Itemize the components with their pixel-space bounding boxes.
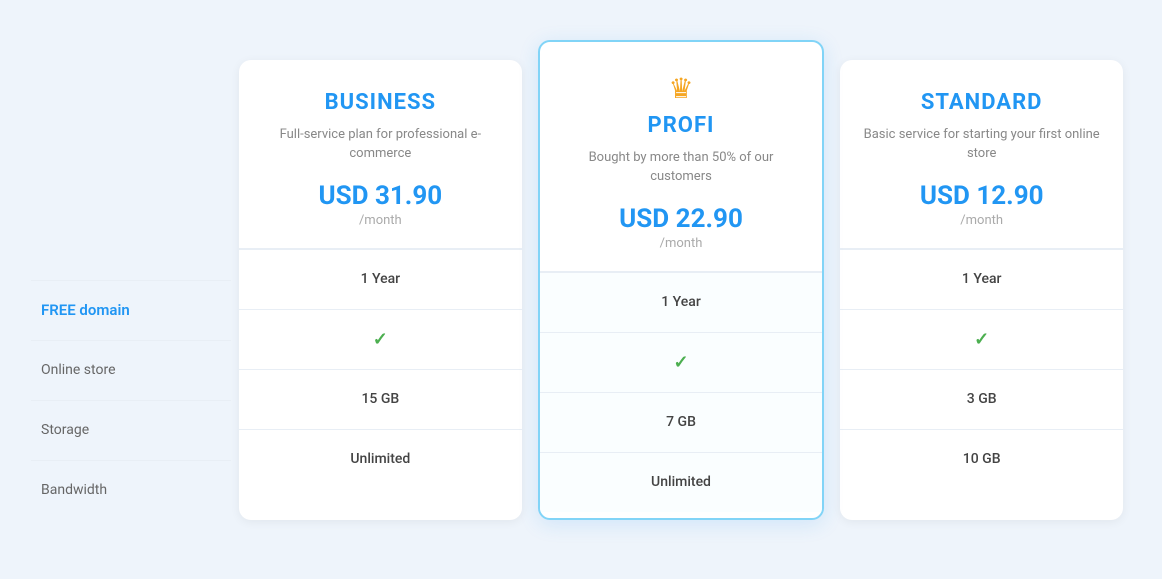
check-icon: ✓ <box>974 329 989 350</box>
feature-label-free-domain: FREE domain <box>31 280 231 340</box>
plan-description-profi: Bought by more than 50% of our customers <box>560 148 803 188</box>
feature-labels: FREE domainOnline storeStorageBandwidth <box>31 60 231 520</box>
feature-cell-profi-bandwidth: Unlimited <box>540 452 823 512</box>
price-period-profi: /month <box>560 236 803 251</box>
price-period-standard: /month <box>860 213 1103 228</box>
plan-price-standard: USD 12.90/month <box>860 181 1103 228</box>
feature-cell-standard-online-store: ✓ <box>840 309 1123 369</box>
plan-features-business: 1 Year ✓ 15 GBUnlimited <box>239 249 522 489</box>
price-amount-standard: USD 12.90 <box>920 181 1044 211</box>
plan-name-business: BUSINESS <box>259 90 502 115</box>
feature-cell-standard-bandwidth: 10 GB <box>840 429 1123 489</box>
plan-description-standard: Basic service for starting your first on… <box>860 125 1103 165</box>
feature-cell-business-bandwidth: Unlimited <box>239 429 522 489</box>
plan-card-standard: STANDARD Basic service for starting your … <box>840 60 1123 520</box>
plan-description-business: Full-service plan for professional e-com… <box>259 125 502 165</box>
plan-features-standard: 1 Year ✓ 3 GB10 GB <box>840 249 1123 489</box>
feature-cell-profi-online-store: ✓ <box>540 332 823 392</box>
feature-label-online-store: Online store <box>31 340 231 400</box>
plan-header-standard: STANDARD Basic service for starting your … <box>840 60 1123 249</box>
check-icon: ✓ <box>673 352 688 373</box>
check-icon: ✓ <box>373 329 388 350</box>
feature-cell-business-storage: 15 GB <box>239 369 522 429</box>
plan-card-profi: ♛ PROFI Bought by more than 50% of our cus… <box>538 40 825 520</box>
plan-header-profi: ♛ PROFI Bought by more than 50% of our cus… <box>540 42 823 272</box>
plan-price-business: USD 31.90/month <box>259 181 502 228</box>
feature-label-bandwidth: Bandwidth <box>31 460 231 520</box>
feature-cell-business-online-store: ✓ <box>239 309 522 369</box>
feature-cell-standard-storage: 3 GB <box>840 369 1123 429</box>
feature-label-storage: Storage <box>31 400 231 460</box>
feature-cell-profi-storage: 7 GB <box>540 392 823 452</box>
feature-cell-profi-free-domain: 1 Year <box>540 272 823 332</box>
feature-cell-business-free-domain: 1 Year <box>239 249 522 309</box>
plan-price-profi: USD 22.90/month <box>560 204 803 251</box>
plan-card-business: BUSINESS Full-service plan for profession… <box>239 60 522 520</box>
pricing-container: FREE domainOnline storeStorageBandwidth … <box>31 60 1131 520</box>
plan-features-profi: 1 Year ✓ 7 GBUnlimited <box>540 272 823 512</box>
price-period-business: /month <box>259 213 502 228</box>
feature-cell-standard-free-domain: 1 Year <box>840 249 1123 309</box>
plan-header-business: BUSINESS Full-service plan for profession… <box>239 60 522 249</box>
price-amount-business: USD 31.90 <box>318 181 442 211</box>
price-amount-profi: USD 22.90 <box>619 204 743 234</box>
plan-name-standard: STANDARD <box>860 90 1103 115</box>
plan-name-profi: PROFI <box>560 113 803 138</box>
crown-icon: ♛ <box>560 72 803 105</box>
